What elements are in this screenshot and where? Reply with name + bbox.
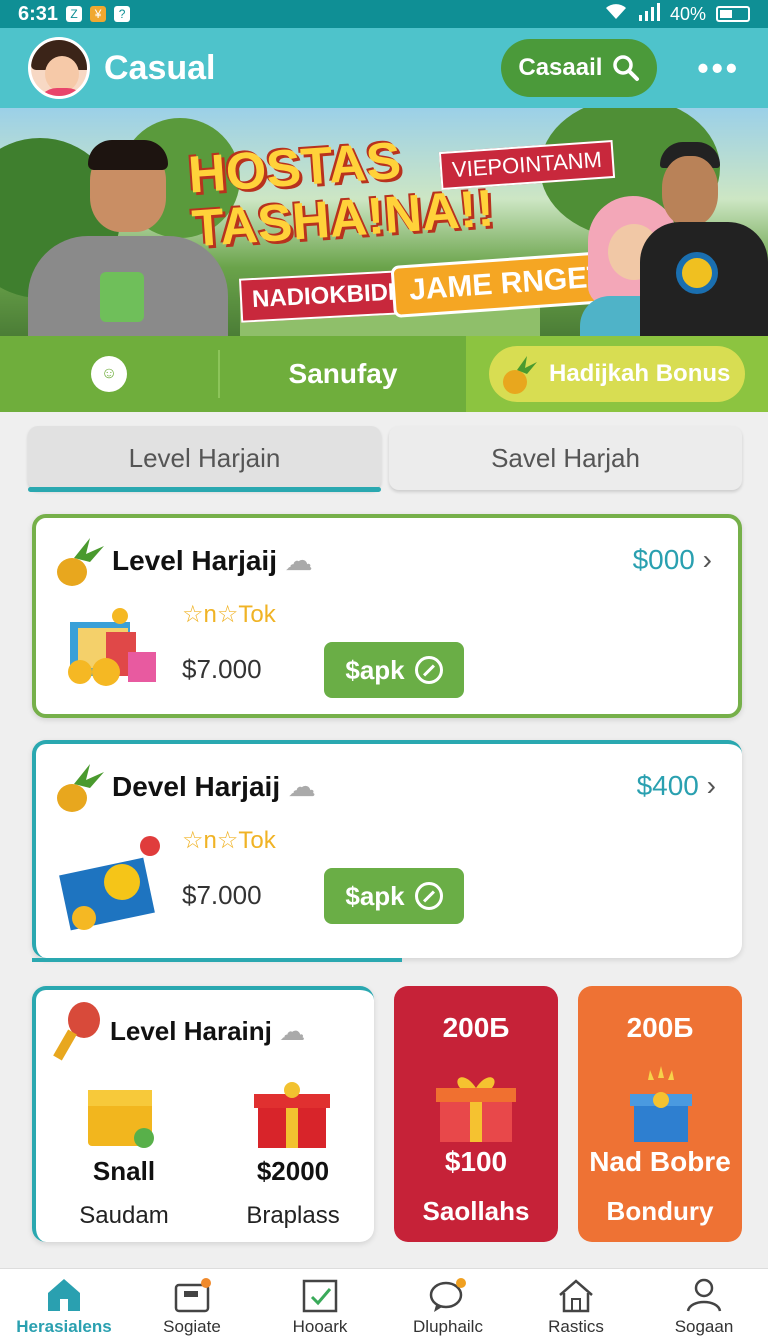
offer-card-title: Devel Harjaij ☁ [112, 771, 316, 802]
nav-label: Herasialens [16, 1316, 112, 1336]
nav-item-chat[interactable]: Dluphailc [384, 1269, 512, 1344]
status-time: 6:31 [18, 2, 59, 25]
level-reward-title: Level Harainj ☁ [110, 1016, 306, 1046]
nav-label: Dluphailc [413, 1316, 483, 1336]
reward-item-label: Braplass [246, 1202, 340, 1229]
promo-label: Saollahs [422, 1196, 530, 1226]
promo-amount: 200Б [626, 1012, 694, 1043]
offer-card-rating: ☆n☆Tok [182, 827, 276, 854]
chevron-right-icon: › [706, 770, 716, 801]
app-notification-icon: ¥ [90, 6, 107, 22]
chat-icon [429, 1277, 466, 1312]
tab-level[interactable]: Level Harjain [28, 426, 381, 492]
search-button-label: Casaail [518, 54, 603, 81]
reward-item-value: Snall [92, 1156, 156, 1186]
promo-card-red[interactable]: 200Б $100 Saollahs [394, 986, 558, 1242]
gold-gift-icon [88, 1090, 154, 1148]
pineapple-icon [503, 356, 537, 394]
category-bar: ☺ Sanufay Hadijkah Bonus [0, 336, 768, 412]
nav-label: Sogiate [163, 1316, 221, 1336]
tab-savel[interactable]: Savel Harjah [389, 426, 742, 490]
z-notification-icon: Z [66, 6, 83, 22]
promo-card-orange[interactable]: 200Б Nad Bobre Bondury [578, 986, 742, 1242]
reward-item-label: Saudam [79, 1202, 169, 1229]
nav-label: Sogaan [674, 1316, 734, 1336]
emoji-icon: ☁ [287, 771, 316, 802]
offer-card-price: $400 › [636, 770, 716, 801]
apk-button-label: $apk [345, 654, 405, 685]
search-button[interactable]: Casaail [501, 39, 658, 97]
avatar[interactable] [28, 37, 90, 99]
search-icon [613, 55, 640, 81]
offer-card-amount: $7.000 [182, 880, 262, 910]
check-board-icon [302, 1279, 338, 1312]
banner-headline: HOSTAS TASHA!NA!! [186, 128, 495, 259]
promo-value: $100 [444, 1146, 508, 1177]
check-circle-icon [414, 656, 443, 684]
apk-button-label: $apk [345, 880, 405, 911]
battery-percent: 40% [669, 3, 706, 24]
house-icon [559, 1278, 593, 1312]
bottom-nav: Herasialens Sogiate Hooark Dluphailc Ras… [0, 1268, 768, 1344]
nav-item-stats[interactable]: Rastics [512, 1269, 640, 1344]
tab-level-label: Level Harjain [128, 442, 281, 473]
offer-card-price: $000 › [632, 544, 712, 575]
category-home-cell[interactable]: ☺ [0, 350, 220, 398]
offer-card-1[interactable]: Level Harjaij ☁ $000 › ☆n☆Tok $7.000 $ap… [32, 514, 742, 718]
offer-card-amount: $7.000 [182, 654, 262, 684]
status-bar: 6:31 Z ¥ ? 40% [0, 0, 768, 28]
offer-card-rating: ☆n☆Tok [182, 601, 276, 628]
segment-tabs: Level Harjain Savel Harjah [28, 426, 742, 492]
smile-icon: ☺ [91, 356, 127, 392]
pineapple-icon [57, 764, 104, 812]
emoji-icon: ☁ [284, 545, 313, 576]
home-icon [48, 1278, 80, 1311]
chevron-right-icon: › [702, 544, 712, 575]
nav-item-board[interactable]: Hooark [256, 1269, 384, 1344]
red-gift-icon [254, 1082, 330, 1148]
category-tab[interactable]: Sanufay [220, 358, 466, 390]
blue-gift-icon [630, 1066, 692, 1142]
tab-active-indicator [28, 487, 381, 492]
offer-card-title: Level Harjaij ☁ [112, 545, 313, 576]
check-circle-icon [414, 882, 443, 910]
promo-label: Bondury [606, 1196, 714, 1226]
maraca-icon [53, 1002, 100, 1061]
game-assets-icon [68, 608, 156, 686]
app-title: Casual [104, 48, 216, 87]
nav-label: Hooark [292, 1316, 348, 1336]
nav-item-profile[interactable]: Sogaan [640, 1269, 768, 1344]
nav-item-home[interactable]: Herasialens [0, 1269, 128, 1344]
wifi-icon [604, 3, 628, 26]
offer-card-apk-button[interactable]: $apk [324, 868, 464, 924]
coin-box-icon [59, 836, 160, 931]
tab-savel-label: Savel Harjah [491, 442, 640, 473]
reward-row: Level Harainj ☁ Snall $2000 Saudam Brapl… [32, 986, 742, 1242]
profile-icon [686, 1278, 722, 1312]
nav-item-wallet[interactable]: Sogiate [128, 1269, 256, 1344]
reward-item-value: $2000 [256, 1156, 330, 1186]
bonus-label: Hadijkah Bonus [549, 360, 731, 387]
battery-icon [716, 6, 750, 22]
emoji-icon: ☁ [279, 1016, 306, 1046]
banner-person-man [640, 126, 768, 336]
offer-card-2[interactable]: Devel Harjaij ☁ $400 › ☆n☆Tok $7.000 $ap… [32, 740, 742, 962]
signal-icon [638, 2, 660, 26]
app-header: Casual Casaail ••• [0, 28, 768, 108]
level-reward-card[interactable]: Level Harainj ☁ Snall $2000 Saudam Brapl… [32, 986, 374, 1242]
bonus-button[interactable]: Hadijkah Bonus [489, 346, 745, 402]
wallet-icon [174, 1277, 211, 1312]
offer-card-apk-button[interactable]: $apk [324, 642, 464, 698]
promo-banner[interactable]: HOSTAS TASHA!NA!! VIEPOINTANM NADIOKBIDM… [0, 108, 768, 336]
nav-label: Rastics [548, 1316, 604, 1336]
promo-amount: 200Б [442, 1012, 510, 1043]
more-menu-icon[interactable]: ••• [697, 50, 740, 87]
gift-icon [436, 1077, 516, 1142]
promo-value: Nad Bobre [589, 1146, 731, 1177]
info-notification-icon: ? [114, 6, 131, 22]
pineapple-icon [57, 538, 104, 586]
